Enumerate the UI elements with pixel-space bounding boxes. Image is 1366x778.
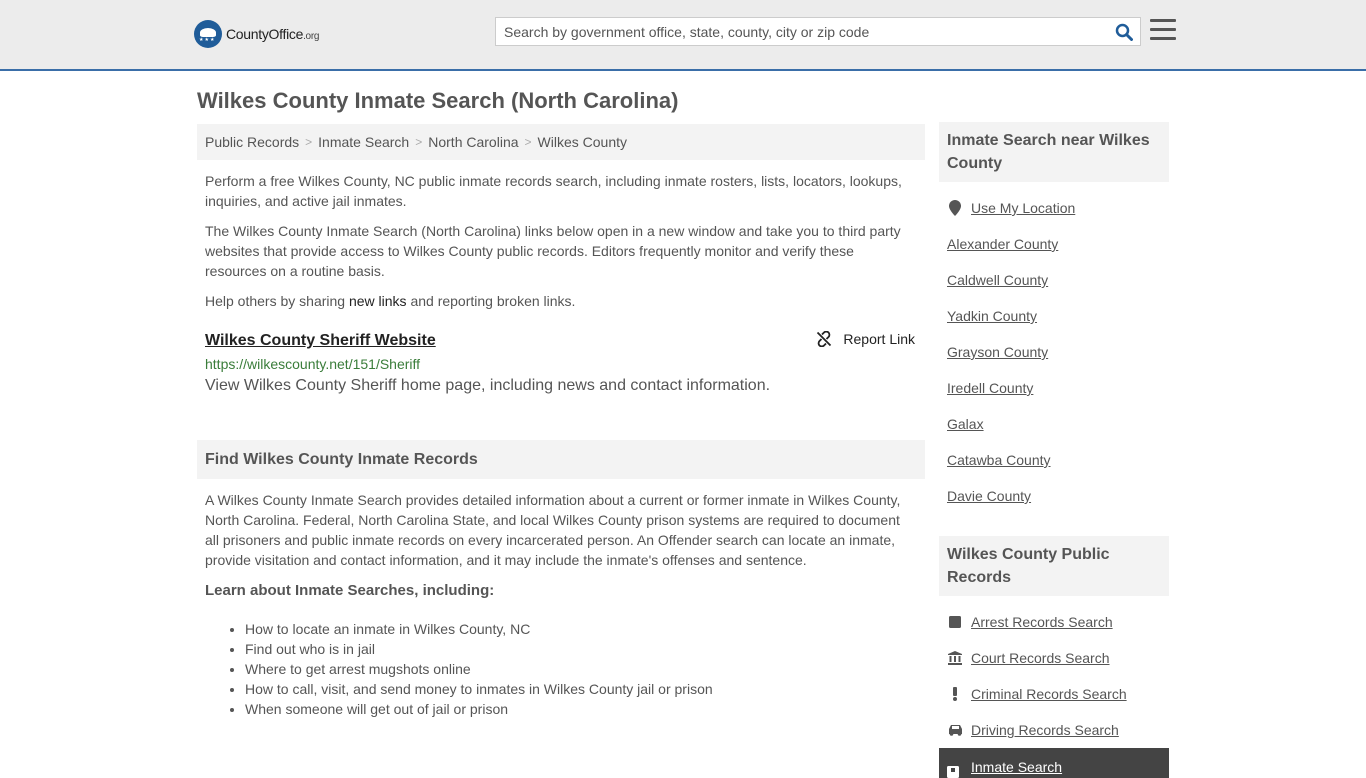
- records-item: Criminal Records Search: [947, 676, 1161, 712]
- nearby-item: Alexander County: [947, 226, 1161, 262]
- nearby-link-yadkin-county[interactable]: Yadkin County: [947, 308, 1037, 324]
- intro-section: Perform a free Wilkes County, NC public …: [197, 171, 925, 397]
- public-records-list: Arrest Records Search Court Records Sear…: [939, 596, 1169, 756]
- use-location-item: Use My Location: [947, 190, 1161, 226]
- hamburger-menu-icon[interactable]: [1150, 19, 1176, 43]
- list-item: How to locate an inmate in Wilkes County…: [245, 619, 925, 639]
- breadcrumb: Public Records > Inmate Search > North C…: [197, 124, 925, 160]
- nearby-link-caldwell-county[interactable]: Caldwell County: [947, 272, 1048, 288]
- driving-records-link[interactable]: Driving Records Search: [971, 722, 1119, 738]
- site-logo[interactable]: CountyOffice.org: [194, 20, 319, 48]
- car-icon: [947, 722, 963, 738]
- search-icon: [1115, 23, 1133, 41]
- learn-heading: Learn about Inmate Searches, including:: [205, 582, 495, 599]
- map-pin-icon: [947, 200, 963, 216]
- arrest-records-link[interactable]: Arrest Records Search: [971, 614, 1113, 630]
- records-item: Court Records Search: [947, 640, 1161, 676]
- find-records-body: A Wilkes County Inmate Search provides d…: [205, 492, 901, 568]
- sheriff-website-link[interactable]: Wilkes County Sheriff Website: [205, 332, 436, 349]
- sidebar: Inmate Search near Wilkes County Use My …: [939, 122, 1169, 778]
- nearby-heading: Inmate Search near Wilkes County: [939, 122, 1169, 182]
- criminal-records-link[interactable]: Criminal Records Search: [971, 686, 1127, 702]
- active-record-item: Inmate Search: [939, 748, 1169, 778]
- nearby-link-davie-county[interactable]: Davie County: [947, 488, 1031, 504]
- intro-paragraph: Perform a free Wilkes County, NC public …: [205, 173, 902, 209]
- nearby-item: Davie County: [947, 478, 1161, 514]
- learn-list: How to locate an inmate in Wilkes County…: [197, 619, 925, 719]
- list-item: How to call, visit, and send money to in…: [245, 679, 925, 699]
- breadcrumb-north-carolina[interactable]: North Carolina: [428, 134, 518, 150]
- nearby-link-iredell-county[interactable]: Iredell County: [947, 380, 1033, 396]
- court-records-link[interactable]: Court Records Search: [971, 650, 1110, 666]
- link-url: https://wilkescounty.net/151/Sheriff: [205, 356, 421, 372]
- breadcrumb-public-records[interactable]: Public Records: [205, 134, 299, 150]
- share-paragraph: Help others by sharing new links and rep…: [205, 293, 576, 309]
- disclaimer-paragraph: The Wilkes County Inmate Search (North C…: [205, 223, 901, 279]
- main-content: Wilkes County Inmate Search (North Carol…: [197, 72, 925, 719]
- nearby-item: Catawba County: [947, 442, 1161, 478]
- inmate-search-link[interactable]: Inmate Search: [971, 756, 1062, 778]
- nearby-link-alexander-county[interactable]: Alexander County: [947, 236, 1058, 252]
- link-description: View Wilkes County Sheriff home page, in…: [205, 377, 771, 394]
- link-entry: Wilkes County Sheriff Website https://wi…: [205, 329, 917, 397]
- breadcrumb-separator-icon: >: [415, 135, 423, 149]
- breadcrumb-separator-icon: >: [305, 135, 313, 149]
- nearby-link-galax[interactable]: Galax: [947, 416, 984, 432]
- nearby-item: Galax: [947, 406, 1161, 442]
- report-link-button[interactable]: Report Link: [816, 331, 915, 347]
- nearby-item: Yadkin County: [947, 298, 1161, 334]
- list-item: Where to get arrest mugshots online: [245, 659, 925, 679]
- nearby-list: Use My Location Alexander County Caldwel…: [939, 182, 1169, 522]
- site-header: CountyOffice.org: [0, 0, 1366, 71]
- nearby-link-grayson-county[interactable]: Grayson County: [947, 344, 1048, 360]
- public-records-heading: Wilkes County Public Records: [939, 536, 1169, 596]
- find-records-heading: Find Wilkes County Inmate Records: [197, 440, 925, 479]
- exclamation-icon: [947, 686, 963, 702]
- search-input[interactable]: [496, 18, 1108, 45]
- find-records-section: A Wilkes County Inmate Search provides d…: [197, 490, 925, 601]
- page-title: Wilkes County Inmate Search (North Carol…: [197, 88, 679, 113]
- new-links-link[interactable]: new links: [349, 293, 407, 309]
- search-box: [495, 17, 1141, 46]
- list-item: Find out who is in jail: [245, 639, 925, 659]
- square-icon: [947, 614, 963, 630]
- nearby-link-catawba-county[interactable]: Catawba County: [947, 452, 1051, 468]
- nearby-item: Grayson County: [947, 334, 1161, 370]
- breadcrumb-separator-icon: >: [524, 135, 532, 149]
- records-item: Arrest Records Search: [947, 604, 1161, 640]
- broken-link-icon: [817, 331, 832, 347]
- use-my-location-link[interactable]: Use My Location: [971, 200, 1075, 216]
- breadcrumb-wilkes-county[interactable]: Wilkes County: [538, 134, 627, 150]
- records-item: Driving Records Search: [947, 712, 1161, 748]
- inmate-icon: [947, 762, 963, 778]
- nearby-item: Iredell County: [947, 370, 1161, 406]
- search-button[interactable]: [1108, 18, 1140, 45]
- nearby-item: Caldwell County: [947, 262, 1161, 298]
- eagle-seal-icon: [194, 20, 222, 48]
- courthouse-icon: [947, 650, 963, 666]
- logo-text: CountyOffice.org: [226, 26, 320, 42]
- breadcrumb-inmate-search[interactable]: Inmate Search: [318, 134, 409, 150]
- list-item: When someone will get out of jail or pri…: [245, 699, 925, 719]
